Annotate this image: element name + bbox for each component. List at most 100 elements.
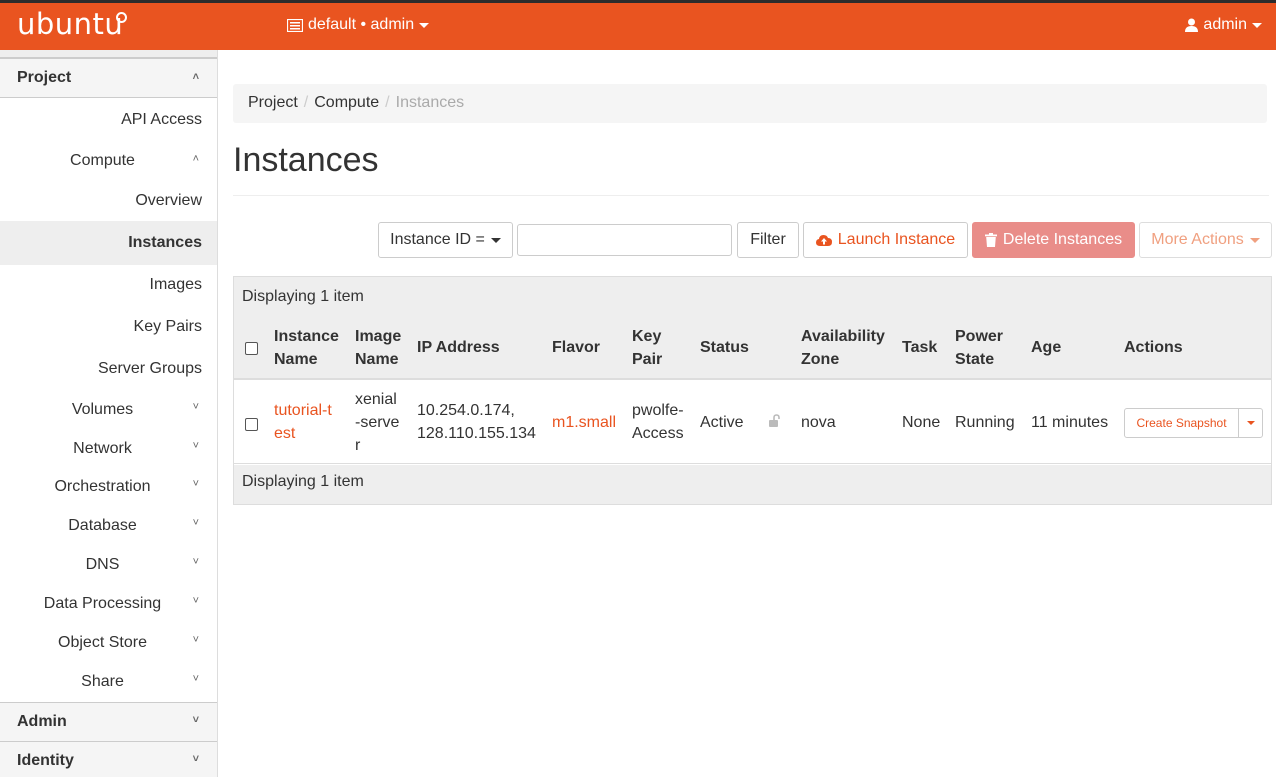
ubuntu-logo[interactable]: ubuntu bbox=[17, 7, 123, 41]
chevron-down-icon bbox=[490, 237, 501, 243]
sidebar-item-key-pairs[interactable]: Key Pairs bbox=[134, 318, 202, 336]
row-actions-dropdown-toggle[interactable] bbox=[1238, 408, 1263, 438]
chevron-down-icon: ˅ bbox=[192, 753, 199, 765]
ubuntu-logo-circle-icon bbox=[116, 12, 127, 23]
th-status[interactable]: Status bbox=[700, 336, 749, 359]
more-actions-button[interactable]: More Actions bbox=[1139, 222, 1272, 258]
project-switcher-label: default • admin bbox=[308, 16, 415, 33]
sidebar-dashboard-label: Identity bbox=[17, 752, 74, 769]
breadcrumb: Project / Compute / Instances bbox=[233, 84, 1267, 123]
sidebar-group-label: DNS bbox=[85, 556, 120, 573]
chevron-down-icon: ˅ bbox=[192, 556, 199, 568]
sidebar-group-share[interactable]: Share bbox=[0, 673, 205, 691]
launch-instance-button[interactable]: Launch Instance bbox=[803, 222, 968, 258]
sidebar-group-data-processing[interactable]: Data Processing bbox=[0, 595, 205, 613]
sidebar-group-label: Orchestration bbox=[54, 478, 151, 495]
sidebar-group-compute[interactable]: Compute bbox=[0, 152, 205, 170]
sidebar-item-server-groups[interactable]: Server Groups bbox=[98, 360, 202, 378]
th-actions: Actions bbox=[1124, 339, 1183, 356]
list-icon bbox=[287, 18, 303, 32]
th-power-state[interactable]: Power State bbox=[955, 325, 1003, 371]
chevron-down-icon bbox=[419, 22, 430, 28]
sidebar-dashboard-admin[interactable]: Admin ˅ bbox=[0, 702, 217, 742]
cell-key-pair: pwolfe- Access bbox=[632, 399, 684, 445]
th-line: Name bbox=[355, 351, 399, 368]
sidebar-item-instances[interactable]: Instances bbox=[128, 234, 202, 252]
sidebar-group-orchestration[interactable]: Orchestration bbox=[0, 478, 205, 496]
th-key-pair[interactable]: Key Pair bbox=[632, 325, 662, 371]
sidebar-item-api-access[interactable]: API Access bbox=[121, 111, 202, 129]
sidebar-group-label: Object Store bbox=[58, 634, 147, 651]
sidebar-item-overview[interactable]: Overview bbox=[135, 192, 202, 210]
th-line: Power bbox=[955, 328, 1004, 345]
cell-power-state: Running bbox=[955, 414, 1015, 431]
th-line: State bbox=[955, 351, 995, 368]
th-availability-zone[interactable]: Availability Zone bbox=[801, 325, 885, 371]
sidebar-group-volumes[interactable]: Volumes bbox=[0, 401, 205, 419]
cell-ip-address: 10.254.0.174, 128.110.155.134 bbox=[417, 399, 536, 445]
chevron-down-icon: ˅ bbox=[192, 673, 199, 685]
delete-instances-button[interactable]: Delete Instances bbox=[972, 222, 1135, 258]
th-task[interactable]: Task bbox=[902, 336, 937, 359]
project-switcher[interactable]: default • admin bbox=[287, 16, 430, 34]
chevron-down-icon: ˅ bbox=[192, 478, 199, 490]
create-snapshot-button[interactable]: Create Snapshot bbox=[1124, 408, 1239, 438]
cell-age: 11 minutes bbox=[1031, 414, 1109, 431]
filter-button[interactable]: Filter bbox=[737, 222, 799, 258]
sidebar-dashboard-project[interactable]: Project ˄ bbox=[0, 58, 217, 98]
sidebar-group-network[interactable]: Network bbox=[0, 440, 205, 458]
instance-name-link[interactable]: tutorial-t est bbox=[274, 399, 332, 445]
th-ip-address[interactable]: IP Address bbox=[417, 336, 500, 359]
user-icon bbox=[1185, 18, 1199, 32]
sidebar-group-object-store[interactable]: Object Store bbox=[0, 634, 205, 652]
table-footer: Displaying 1 item bbox=[234, 465, 1271, 504]
sidebar-dashboard-label: Project bbox=[17, 69, 72, 86]
cell-image-name: xenial -serve r bbox=[355, 388, 399, 457]
table-row: tutorial-t est xenial -serve r 10.254.0.… bbox=[234, 380, 1271, 464]
table-header: Instance Name Image Name IP Address Flav… bbox=[234, 316, 1271, 380]
breadcrumb-separator: / bbox=[385, 94, 390, 111]
row-checkbox[interactable] bbox=[245, 418, 258, 431]
chevron-down-icon bbox=[1252, 22, 1262, 28]
sidebar-group-label: Network bbox=[73, 440, 132, 457]
breadcrumb-compute[interactable]: Compute bbox=[314, 94, 379, 113]
sidebar-item-images[interactable]: Images bbox=[150, 276, 202, 294]
user-menu[interactable]: admin bbox=[1185, 16, 1262, 34]
instances-table: Displaying 1 item Instance Name Image Na… bbox=[233, 276, 1272, 505]
th-age[interactable]: Age bbox=[1031, 336, 1061, 359]
th-line: Pair bbox=[632, 351, 663, 368]
chevron-down-icon: ˅ bbox=[192, 595, 199, 607]
cell-line: pwolfe- bbox=[632, 402, 684, 419]
th-line: Image bbox=[355, 328, 402, 345]
cell-line: r bbox=[355, 437, 361, 454]
cell-line: Access bbox=[632, 425, 684, 442]
select-all-checkbox[interactable] bbox=[245, 342, 258, 355]
chevron-down-icon: ˅ bbox=[192, 634, 199, 646]
filter-button-label: Filter bbox=[750, 231, 786, 248]
cell-status: Active bbox=[700, 414, 744, 431]
sidebar-group-database[interactable]: Database bbox=[0, 517, 205, 535]
chevron-down-icon: ˅ bbox=[192, 714, 199, 726]
th-flavor[interactable]: Flavor bbox=[552, 336, 600, 359]
filter-field-label: Instance ID = bbox=[390, 231, 485, 248]
sidebar-group-dns[interactable]: DNS bbox=[0, 556, 205, 574]
flavor-link[interactable]: m1.small bbox=[552, 411, 616, 434]
page-title: Instances bbox=[233, 141, 379, 179]
top-navbar: ubuntu default • admin admin bbox=[0, 0, 1276, 50]
filter-input[interactable] bbox=[517, 224, 732, 256]
table-caption: Displaying 1 item bbox=[234, 277, 1271, 316]
unlock-icon[interactable] bbox=[768, 414, 782, 428]
th-instance-name[interactable]: Instance Name bbox=[274, 325, 339, 371]
sidebar-group-label: Database bbox=[68, 517, 137, 534]
th-line: Name bbox=[274, 351, 318, 368]
chevron-down-icon: ˅ bbox=[192, 401, 199, 413]
th-image-name[interactable]: Image Name bbox=[355, 325, 401, 371]
th-line: Zone bbox=[801, 351, 840, 368]
sidebar-group-label: Compute bbox=[70, 152, 135, 169]
cell-line: xenial bbox=[355, 391, 397, 408]
breadcrumb-project[interactable]: Project bbox=[248, 94, 298, 113]
sidebar-dashboard-identity[interactable]: Identity ˅ bbox=[0, 741, 217, 777]
filter-field-select[interactable]: Instance ID = bbox=[378, 222, 513, 258]
cell-line: 10.254.0.174, bbox=[417, 402, 515, 419]
breadcrumb-current: Instances bbox=[395, 94, 465, 111]
